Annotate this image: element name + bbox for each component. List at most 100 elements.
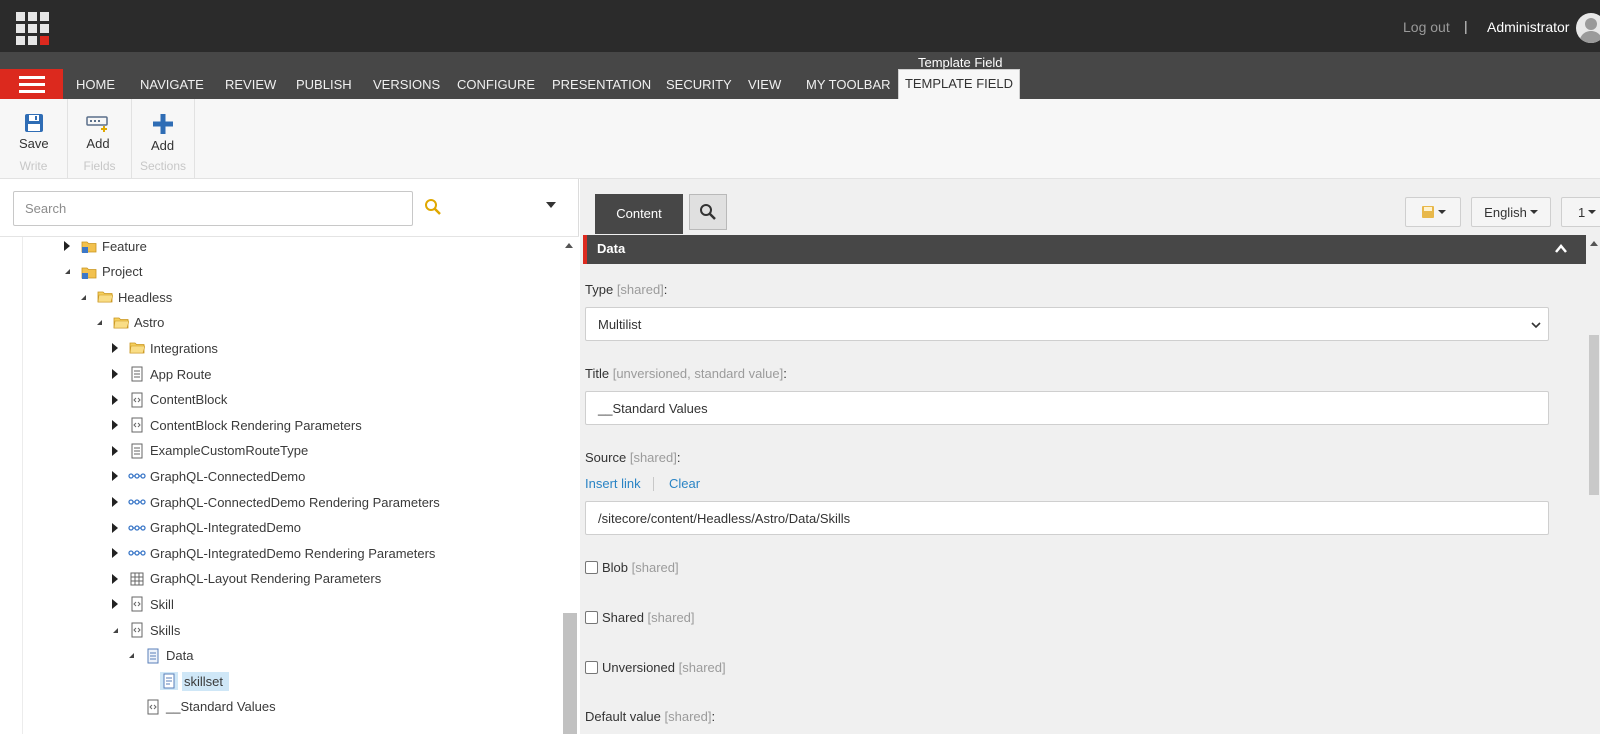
connection-icon [128,519,146,537]
tree-node[interactable]: GraphQL-IntegratedDemo Rendering Paramet… [109,542,435,564]
title-input[interactable]: __Standard Values [585,391,1549,425]
logout-link[interactable]: Log out [1403,19,1450,35]
connection-icon [128,544,146,562]
clear-link[interactable]: Clear [669,476,700,491]
expand-toggle-closed-icon[interactable] [109,497,121,507]
tree-node[interactable]: GraphQL-ConnectedDemo Rendering Paramete… [109,491,440,513]
blob-checkbox[interactable] [585,561,598,574]
tab-template-field[interactable]: TEMPLATE FIELD [898,69,1020,99]
expand-toggle-closed-icon[interactable] [109,445,121,456]
scroll-up-icon[interactable] [565,243,573,248]
expand-toggle-closed-icon[interactable] [109,343,121,354]
app-launcher-icon[interactable] [16,12,49,45]
tab-security[interactable]: SECURITY [666,77,732,92]
tree-node-label: Skill [150,596,174,612]
unversioned-label: Unversioned [602,660,675,675]
title-input-value: __Standard Values [598,400,708,416]
add-field-button[interactable]: Add [86,115,110,151]
tab-my-toolbar[interactable]: MY TOOLBAR [806,77,891,92]
tree-node[interactable]: __Standard Values [125,696,276,718]
add-field-label: Add [86,136,110,151]
save-version-icon [1421,206,1434,218]
expand-toggle-open-icon[interactable] [61,269,73,275]
tab-publish[interactable]: PUBLISH [296,77,352,92]
add-section-button[interactable]: Add [151,113,174,153]
tree-node-label: Headless [118,289,173,305]
save-button[interactable]: Save [19,113,49,151]
page-template-icon [128,442,146,460]
search-icon[interactable] [424,198,442,216]
expand-toggle-closed-icon[interactable] [109,420,121,431]
expand-toggle-closed-icon[interactable] [109,573,121,584]
page-template-icon [128,365,146,383]
tree-node[interactable]: ContentBlock Rendering Parameters [109,414,362,436]
tree-node[interactable]: Headless [77,286,172,308]
tab-home[interactable]: HOME [76,77,115,92]
chevron-up-icon[interactable] [1554,242,1568,256]
tree-node-label: ExampleCustomRouteType [150,443,309,459]
tree-node[interactable]: GraphQL-ConnectedDemo [109,465,305,487]
chevron-down-icon [1588,210,1597,214]
tree-node[interactable]: Skill [109,593,174,615]
tab-presentation[interactable]: PRESENTATION [552,77,651,92]
tree-node[interactable]: GraphQL-Layout Rendering Parameters [109,568,381,590]
hamburger-menu-icon[interactable] [0,69,63,99]
version-actions-button[interactable] [1405,197,1461,227]
expand-toggle-open-icon[interactable] [109,627,121,633]
user-name[interactable]: Administrator [1487,19,1569,35]
shared-checkbox[interactable] [585,611,598,624]
tab-navigate[interactable]: NAVIGATE [140,77,204,92]
tab-content[interactable]: Content [595,194,683,234]
unversioned-checkbox[interactable] [585,661,598,674]
scrollbar-thumb[interactable] [563,613,577,734]
tab-view[interactable]: VIEW [748,77,781,92]
tab-versions[interactable]: VERSIONS [373,77,440,92]
scrollbar-thumb[interactable] [1589,335,1599,495]
tree-node[interactable]: Skills [109,619,180,641]
expand-toggle-closed-icon[interactable] [109,369,121,379]
expand-toggle-open-icon[interactable] [93,320,105,326]
content-editor-pane: Content English 1 Data Type [shared]: Mu… [580,179,1600,734]
expand-toggle-closed-icon[interactable] [109,471,121,482]
expand-toggle-closed-icon[interactable] [109,394,121,405]
expand-toggle-closed-icon[interactable] [109,548,121,559]
ribbon-group-label: Fields [83,159,116,173]
search-input[interactable] [13,191,413,226]
tree-node[interactable]: App Route [109,363,211,385]
tree-node[interactable]: ExampleCustomRouteType [109,440,308,462]
tree-scrollbar[interactable] [561,237,579,734]
topbar-separator: | [1464,18,1468,34]
expand-toggle-closed-icon[interactable] [109,522,121,533]
expand-toggle-closed-icon[interactable] [109,599,121,610]
avatar[interactable] [1576,13,1600,43]
section-icon [144,647,162,665]
source-input[interactable]: /sitecore/content/Headless/Astro/Data/Sk… [585,501,1549,535]
tree-node[interactable]: Astro [93,312,164,334]
tree-node[interactable]: Data [125,645,193,667]
tab-configure[interactable]: CONFIGURE [457,77,535,92]
expand-toggle-closed-icon[interactable] [61,241,73,251]
tree-node[interactable]: ContentBlock [109,389,227,411]
tree-node[interactable]: Project [61,261,142,283]
tree-node[interactable]: Integrations [109,337,218,359]
insert-link[interactable]: Insert link [585,476,641,491]
contextual-tab-label: Template Field [918,55,1003,70]
content-tree: Feature Project Headless Astro Integrations A… [0,237,560,734]
section-header-data[interactable]: Data [583,235,1586,264]
tree-node[interactable]: Feature [61,237,147,257]
tab-review[interactable]: REVIEW [225,77,276,92]
chevron-down-icon[interactable] [546,202,556,208]
scroll-up-icon[interactable] [1590,241,1598,246]
type-select[interactable]: Multilist [585,307,1549,341]
tree-node-selected[interactable]: skillset [141,670,230,692]
tab-search[interactable] [689,194,727,230]
tree-node[interactable]: GraphQL-IntegratedDemo [109,517,301,539]
language-selector[interactable]: English [1471,197,1551,227]
expand-toggle-open-icon[interactable] [125,653,137,659]
editor-scrollbar[interactable] [1588,235,1600,734]
tree-node-label: GraphQL-ConnectedDemo [150,468,306,484]
plus-icon [152,114,173,134]
version-selector[interactable]: 1 [1561,197,1600,227]
tree-node-label: Data [166,648,194,664]
expand-toggle-open-icon[interactable] [77,294,89,300]
